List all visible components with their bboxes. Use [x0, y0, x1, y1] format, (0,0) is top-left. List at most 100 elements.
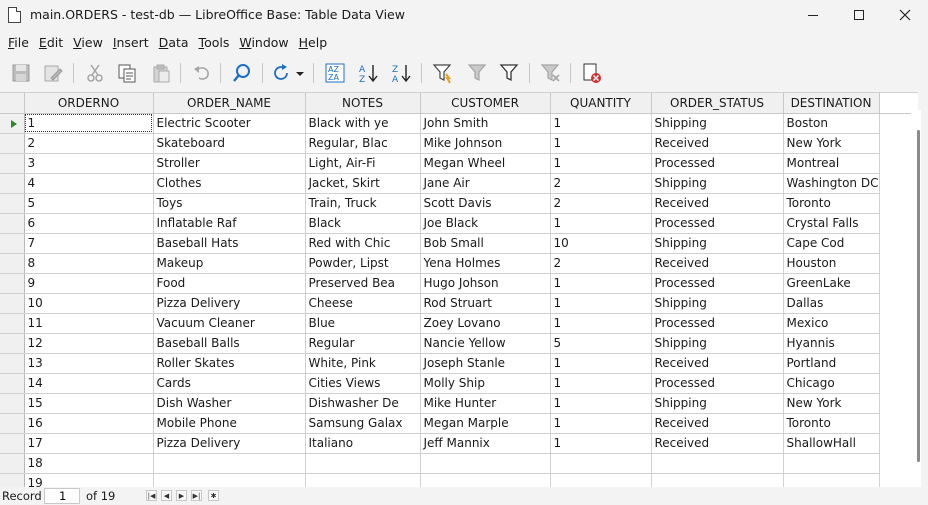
cell-orderno[interactable]: 5	[24, 193, 154, 214]
cell-destination[interactable]: Houston	[783, 253, 880, 274]
next-record-button[interactable]: ▶	[176, 490, 187, 501]
cell-order-status[interactable]: Shipping	[651, 393, 784, 414]
cell-order-status[interactable]: Received	[651, 193, 784, 214]
cell-quantity[interactable]: 1	[550, 353, 652, 374]
cell-destination[interactable]: Toronto	[783, 193, 880, 214]
cell-order-name[interactable]: Dish Washer	[153, 393, 306, 414]
refresh-dropdown-icon[interactable]	[293, 60, 307, 86]
column-header-order-name[interactable]: ORDER_NAME	[153, 93, 306, 114]
menu-tools[interactable]: Tools	[194, 35, 235, 50]
apply-filter-icon[interactable]	[464, 60, 490, 86]
current-row-marker[interactable]	[0, 113, 25, 134]
row-header[interactable]	[0, 373, 25, 394]
cell-notes[interactable]: Regular, Blac	[305, 133, 421, 154]
refresh-icon[interactable]	[268, 60, 294, 86]
cell-order-name[interactable]: Cards	[153, 373, 306, 394]
edit-data-icon[interactable]	[40, 60, 66, 86]
cell-order-status[interactable]: Received	[651, 253, 784, 274]
reset-filter-icon[interactable]	[537, 60, 563, 86]
cell-order-name[interactable]	[153, 453, 306, 474]
cell-customer[interactable]: Joe Black	[420, 213, 551, 234]
cell-customer[interactable]: John Smith	[420, 113, 551, 134]
cell-order-status[interactable]: Processed	[651, 273, 784, 294]
cell-quantity[interactable]: 1	[550, 293, 652, 314]
table-row[interactable]: 19	[0, 473, 918, 487]
maximize-button[interactable]	[836, 0, 882, 30]
cell-notes[interactable]: Powder, Lipst	[305, 253, 421, 274]
cell-orderno[interactable]: 1	[24, 113, 154, 134]
cell-order-status[interactable]: Received	[651, 433, 784, 454]
row-header[interactable]	[0, 473, 25, 487]
row-header[interactable]	[0, 273, 25, 294]
table-row[interactable]: 9 Food Preserved Bea Hugo Johson 1 Processed G…	[0, 273, 918, 294]
cell-notes[interactable]: Italiano	[305, 433, 421, 454]
cell-notes[interactable]: Regular	[305, 333, 421, 354]
row-header[interactable]	[0, 353, 25, 374]
cell-quantity[interactable]: 5	[550, 333, 652, 354]
cell-order-name[interactable]: Toys	[153, 193, 306, 214]
cell-destination[interactable]: Cape Cod	[783, 233, 880, 254]
cell-order-status[interactable]: Received	[651, 413, 784, 434]
cell-quantity[interactable]: 1	[550, 413, 652, 434]
cell-order-status[interactable]: Processed	[651, 213, 784, 234]
paste-icon[interactable]	[148, 60, 174, 86]
cell-order-status[interactable]: Processed	[651, 153, 784, 174]
cell-orderno[interactable]: 12	[24, 333, 154, 354]
save-record-icon[interactable]	[8, 60, 34, 86]
cut-icon[interactable]	[82, 60, 108, 86]
table-row[interactable]: 8 Makeup Powder, Lipst Yena Holmes 2 Received…	[0, 253, 918, 274]
cell-quantity[interactable]: 1	[550, 433, 652, 454]
cell-notes[interactable]: Blue	[305, 313, 421, 334]
cell-destination[interactable]: Montreal	[783, 153, 880, 174]
cell-order-name[interactable]: Clothes	[153, 173, 306, 194]
cell-orderno[interactable]: 19	[24, 473, 154, 487]
cell-orderno[interactable]: 8	[24, 253, 154, 274]
cell-destination[interactable]: Washington DC	[783, 173, 880, 194]
row-header[interactable]	[0, 133, 25, 154]
cell-orderno[interactable]: 18	[24, 453, 154, 474]
cell-notes[interactable]: Light, Air-Fi	[305, 153, 421, 174]
autofilter-icon[interactable]	[430, 60, 456, 86]
cell-notes[interactable]: Black with ye	[305, 113, 421, 134]
row-header[interactable]	[0, 153, 25, 174]
row-header[interactable]	[0, 393, 25, 414]
cell-customer[interactable]: Megan Marple	[420, 413, 551, 434]
table-row[interactable]: 3 Stroller Light, Air-Fi Megan Wheel 1 Proces…	[0, 153, 918, 174]
cell-orderno[interactable]: 17	[24, 433, 154, 454]
cell-quantity[interactable]: 10	[550, 233, 652, 254]
column-header-destination[interactable]: DESTINATION	[783, 93, 880, 114]
table-row[interactable]: 5 Toys Train, Truck Scott Davis 2 Received Tor…	[0, 193, 918, 214]
cell-order-status[interactable]: Processed	[651, 373, 784, 394]
cell-order-status[interactable]	[651, 473, 784, 487]
row-header[interactable]	[0, 253, 25, 274]
row-header[interactable]	[0, 213, 25, 234]
cell-order-name[interactable]: Baseball Hats	[153, 233, 306, 254]
cell-orderno[interactable]: 11	[24, 313, 154, 334]
cell-order-name[interactable]: Mobile Phone	[153, 413, 306, 434]
table-row[interactable]: 16 Mobile Phone Samsung Galax Megan Marple 1…	[0, 413, 918, 434]
cell-order-status[interactable]: Shipping	[651, 173, 784, 194]
column-header-notes[interactable]: NOTES	[305, 93, 421, 114]
cell-destination[interactable]: New York	[783, 393, 880, 414]
cell-order-name[interactable]	[153, 473, 306, 487]
cell-orderno[interactable]: 15	[24, 393, 154, 414]
cell-order-name[interactable]: Makeup	[153, 253, 306, 274]
cell-notes[interactable]: Jacket, Skirt	[305, 173, 421, 194]
cell-customer[interactable]: Hugo Johson	[420, 273, 551, 294]
cell-orderno[interactable]: 4	[24, 173, 154, 194]
cell-quantity[interactable]: 1	[550, 393, 652, 414]
cell-destination[interactable]: Boston	[783, 113, 880, 134]
table-row[interactable]: 1 Electric Scooter Black with ye John Smith…	[0, 113, 918, 134]
table-row[interactable]: 18	[0, 453, 918, 474]
record-number-input[interactable]	[44, 488, 80, 504]
sort-descending-icon[interactable]: ZA	[389, 60, 415, 86]
cell-quantity[interactable]: 2	[550, 253, 652, 274]
cell-notes[interactable]: Preserved Bea	[305, 273, 421, 294]
table-row[interactable]: 12 Baseball Balls Regular Nancie Yellow 5 Shi…	[0, 333, 918, 354]
table-row[interactable]: 2 Skateboard Regular, Blac Mike Johnson 1 Rec…	[0, 133, 918, 154]
cell-notes[interactable]	[305, 453, 421, 474]
cell-customer[interactable]: Jane Air	[420, 173, 551, 194]
menu-view[interactable]: View	[68, 35, 108, 50]
find-record-icon[interactable]	[229, 60, 255, 86]
row-header[interactable]	[0, 233, 25, 254]
